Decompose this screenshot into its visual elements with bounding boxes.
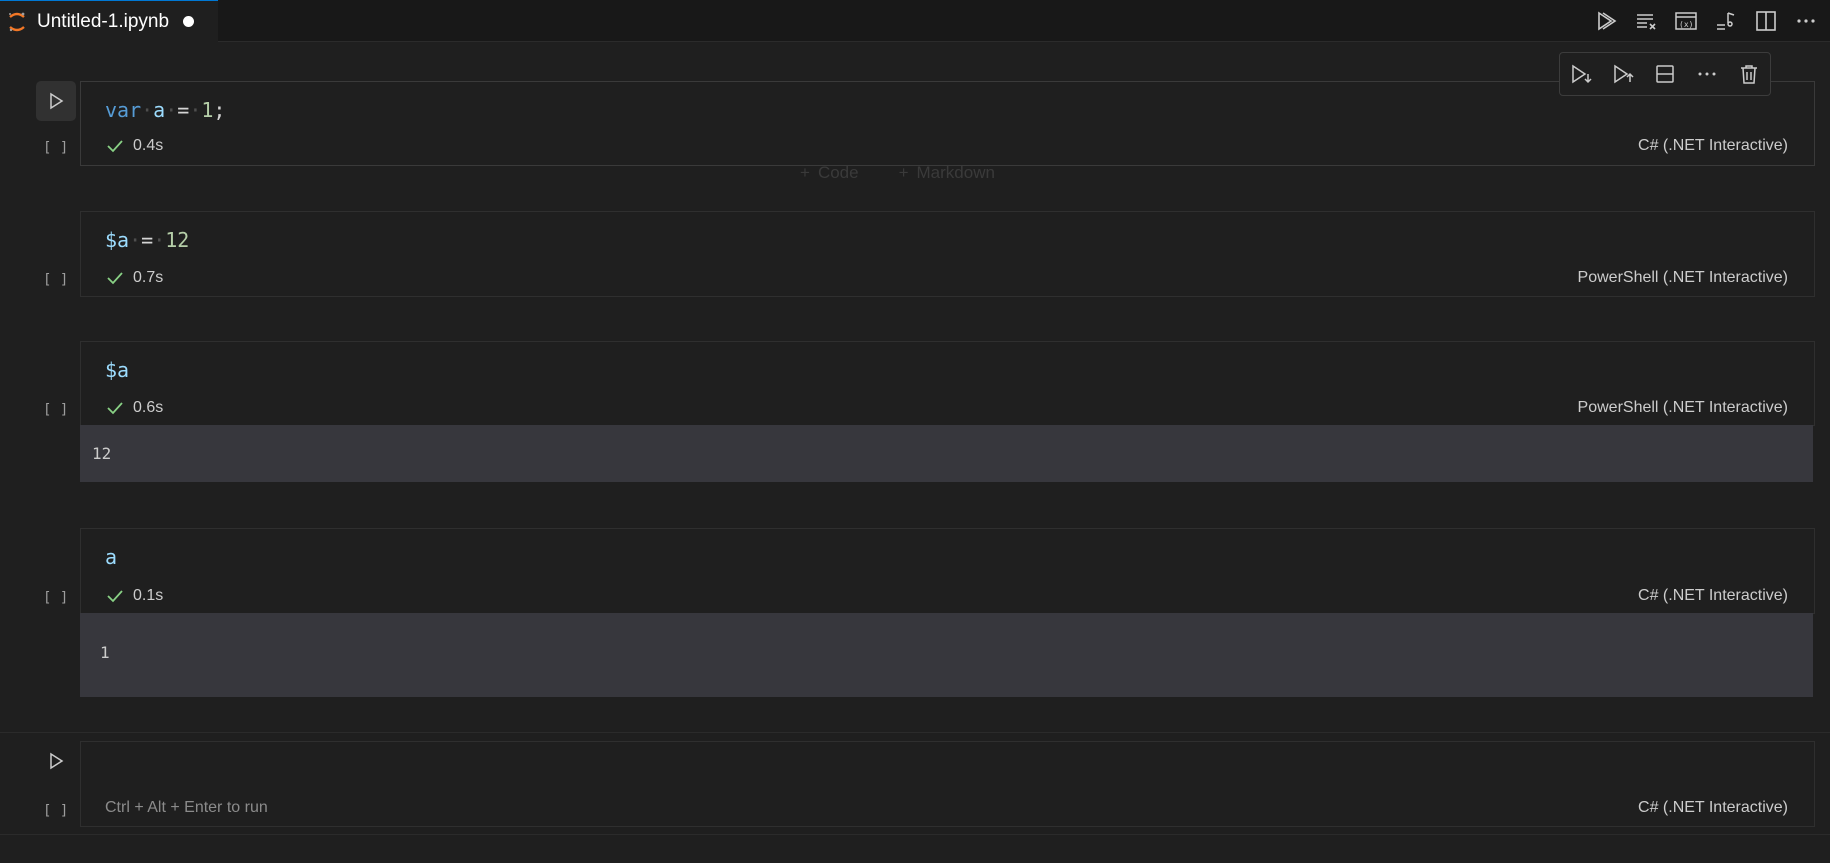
add-markdown-cell-button[interactable]: + Markdown: [899, 163, 995, 183]
code-keyword: var: [105, 98, 142, 122]
run-cell-button[interactable]: [36, 741, 76, 781]
variables-icon[interactable]: (x): [1672, 7, 1700, 35]
run-below-icon[interactable]: [1567, 60, 1595, 88]
code-variable: a: [153, 98, 166, 122]
cell-status: 0.6s: [105, 398, 163, 418]
code-operator: =: [177, 98, 190, 122]
svg-text:(x): (x): [1679, 20, 1693, 29]
clear-outputs-icon[interactable]: [1632, 7, 1660, 35]
code-editor[interactable]: $a·=·12: [105, 226, 189, 254]
split-editor-icon[interactable]: [1752, 7, 1780, 35]
code-cell[interactable]: $a·=·12 0.7s PowerShell (.NET Interactiv…: [80, 211, 1815, 297]
play-icon: [50, 92, 64, 110]
code-semicolon: ;: [213, 98, 226, 122]
divider: [0, 732, 1830, 733]
notebook-editor: [ ] var·a·=·1; 0.4s C# (.NET Interactive…: [0, 41, 1830, 863]
code-variable: $a: [105, 228, 130, 252]
code-number: 12: [165, 228, 190, 252]
cell-language-picker[interactable]: PowerShell (.NET Interactive): [1578, 269, 1788, 287]
more-actions-icon[interactable]: [1792, 7, 1820, 35]
plus-icon: +: [800, 163, 810, 182]
plus-icon: +: [898, 163, 909, 182]
execution-time: 0.1s: [133, 587, 164, 604]
divider: [0, 834, 1830, 835]
editor-toolbar: (x): [1592, 0, 1820, 41]
more-cell-actions-icon[interactable]: [1693, 60, 1721, 88]
cell-language-picker[interactable]: PowerShell (.NET Interactive): [1578, 399, 1788, 417]
add-code-cell-button[interactable]: + Code: [800, 163, 859, 183]
add-markdown-label: Markdown: [916, 163, 995, 182]
cell-output: 1: [80, 613, 1813, 697]
add-cell-row: + Code + Markdown: [800, 163, 995, 183]
execution-count: [ ]: [43, 803, 69, 819]
split-cell-icon[interactable]: [1651, 60, 1679, 88]
run-above-icon[interactable]: [1609, 60, 1637, 88]
cell-status: 0.1s: [105, 586, 163, 606]
execution-count: [ ]: [43, 140, 69, 156]
code-variable: a: [105, 545, 118, 569]
code-cell[interactable]: var·a·=·1; 0.4s C# (.NET Interactive): [80, 81, 1815, 166]
execution-count: [ ]: [43, 272, 69, 288]
cell-language-picker[interactable]: C# (.NET Interactive): [1638, 587, 1788, 605]
cell-output: 12: [80, 425, 1813, 482]
jupyter-logo-icon: [9, 12, 25, 31]
check-icon: [107, 590, 123, 603]
check-icon: [107, 402, 123, 415]
output-text: 1: [100, 643, 110, 662]
editor-tab-bar: Untitled-1.ipynb (x): [0, 0, 1830, 42]
play-icon: [50, 752, 64, 770]
check-icon: [107, 272, 123, 285]
check-icon: [107, 140, 123, 153]
tab-title: Untitled-1.ipynb: [37, 10, 170, 32]
outline-icon[interactable]: [1712, 7, 1740, 35]
run-all-icon[interactable]: [1592, 7, 1620, 35]
execution-time: 0.7s: [133, 269, 164, 286]
code-cell[interactable]: Ctrl + Alt + Enter to run C# (.NET Inter…: [80, 741, 1815, 827]
cell-status: 0.7s: [105, 268, 163, 288]
code-editor[interactable]: $a: [105, 356, 129, 384]
code-editor[interactable]: var·a·=·1;: [105, 96, 225, 124]
cell-toolbar: [1559, 52, 1771, 96]
delete-cell-icon[interactable]: [1735, 60, 1763, 88]
execution-count: [ ]: [43, 590, 69, 606]
run-hint: Ctrl + Alt + Enter to run: [105, 799, 268, 816]
code-operator: =: [141, 228, 154, 252]
execution-time: 0.6s: [133, 399, 164, 416]
code-cell[interactable]: a 0.1s C# (.NET Interactive): [80, 528, 1815, 614]
run-cell-button[interactable]: [36, 81, 76, 121]
output-text: 12: [92, 444, 112, 463]
code-variable: $a: [105, 358, 130, 382]
code-editor[interactable]: a: [105, 543, 117, 571]
add-code-label: Code: [817, 163, 859, 182]
tab-untitled-notebook[interactable]: Untitled-1.ipynb: [0, 0, 218, 42]
code-cell[interactable]: $a 0.6s PowerShell (.NET Interactive): [80, 341, 1815, 426]
execution-time: 0.4s: [133, 137, 164, 154]
cell-language-picker[interactable]: C# (.NET Interactive): [1638, 799, 1788, 817]
code-number: 1: [201, 98, 214, 122]
unsaved-dot-icon[interactable]: [183, 16, 195, 27]
cell-language-picker[interactable]: C# (.NET Interactive): [1638, 137, 1788, 155]
execution-count: [ ]: [43, 402, 69, 418]
cell-status: 0.4s: [105, 136, 163, 156]
